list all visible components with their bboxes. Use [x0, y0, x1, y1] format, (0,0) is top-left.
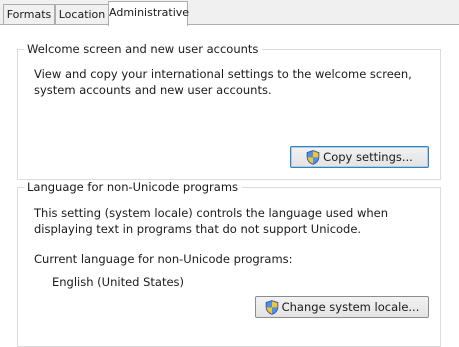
- non-unicode-group-title: Language for non-Unicode programs: [24, 180, 243, 194]
- welcome-group-title: Welcome screen and new user accounts: [24, 42, 263, 56]
- non-unicode-group: Language for non-Unicode programs This s…: [17, 180, 441, 347]
- change-system-locale-button[interactable]: Change system locale...: [255, 296, 429, 318]
- tab-location[interactable]: Location: [55, 4, 109, 24]
- uac-shield-icon: [306, 149, 320, 165]
- tab-administrative[interactable]: Administrative: [108, 1, 189, 26]
- change-system-locale-label: Change system locale...: [281, 300, 420, 314]
- welcome-screen-group: Welcome screen and new user accounts Vie…: [17, 42, 441, 180]
- uac-shield-icon: [265, 299, 278, 315]
- administrative-tab-page: Welcome screen and new user accounts Vie…: [0, 24, 459, 347]
- current-language-label: Current language for non-Unicode program…: [34, 252, 293, 266]
- non-unicode-group-description: This setting (system locale) controls th…: [34, 206, 389, 236]
- tab-strip: Formats Location Administrative: [0, 0, 459, 26]
- current-language-value: English (United States): [52, 275, 185, 289]
- tab-formats[interactable]: Formats: [3, 4, 55, 24]
- copy-settings-button[interactable]: Copy settings...: [290, 146, 429, 168]
- welcome-group-description: View and copy your international setting…: [34, 67, 412, 97]
- copy-settings-label: Copy settings...: [323, 150, 413, 164]
